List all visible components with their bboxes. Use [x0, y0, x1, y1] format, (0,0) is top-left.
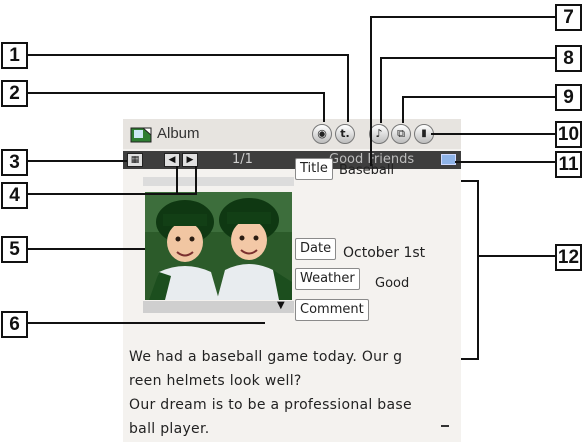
leader-line-8 [382, 57, 555, 59]
callout-9: 9 [555, 84, 582, 111]
leader-line-8-down [380, 57, 382, 123]
photo-bottom-bar: ▼ [143, 300, 294, 313]
callout-5: 5 [1, 236, 28, 263]
leader-line-1 [27, 54, 349, 56]
text-tool-icon[interactable]: t. [335, 124, 355, 144]
leader-line-1-down [347, 54, 349, 122]
comment-label[interactable]: Comment [295, 299, 369, 321]
bracket-vertical [477, 180, 479, 360]
album-icon [130, 127, 152, 143]
leader-line-10 [431, 133, 555, 135]
photo[interactable] [145, 192, 292, 300]
leader-line-7 [370, 16, 555, 18]
callout-3: 3 [1, 149, 28, 176]
memo-icon[interactable] [441, 154, 456, 165]
leader-line-11 [455, 161, 555, 163]
memo-text[interactable]: We had a baseball game today. Our g reen… [129, 345, 455, 441]
leader-line-2 [27, 92, 325, 94]
page-indicator: 1/1 [232, 152, 253, 167]
leader-line-9-down [402, 96, 404, 123]
weather-label[interactable]: Weather [295, 268, 360, 290]
leader-line-12 [479, 255, 555, 257]
memo-end-mark [441, 425, 449, 427]
callout-2: 2 [1, 80, 28, 107]
callout-1: 1 [1, 42, 28, 69]
date-value: October 1st [343, 245, 426, 261]
previous-page-icon[interactable]: ◀ [164, 153, 180, 167]
leader-line-9 [402, 96, 555, 98]
memo-line: reen helmets look well? [129, 373, 302, 389]
next-page-icon[interactable]: ▶ [182, 153, 198, 167]
memo-line: ball player. [129, 421, 210, 437]
copy-icon[interactable]: ⧉ [391, 124, 411, 144]
callout-4: 4 [1, 182, 28, 209]
callout-6: 6 [1, 311, 28, 338]
callout-11: 11 [555, 151, 582, 178]
leader-line-5 [27, 248, 145, 250]
weather-value: Good [375, 276, 410, 291]
bracket-bottom [461, 358, 479, 360]
leader-line-7-down [370, 16, 372, 166]
leader-line-4-up-a [176, 166, 178, 195]
title-label[interactable]: Title [295, 158, 333, 180]
callout-8: 8 [555, 45, 582, 72]
thumbnail-view-icon[interactable]: ▦ [127, 153, 143, 167]
title-value: Baseball [339, 163, 395, 178]
callout-12: 12 [555, 244, 582, 271]
album-toolbar: ▦ ◀ ▶ 1/1 Good Friends [123, 151, 461, 169]
leader-line-4-up-b [195, 166, 197, 195]
camera-icon[interactable]: ◉ [312, 124, 332, 144]
leader-line-6 [27, 322, 265, 324]
callout-10: 10 [555, 121, 582, 148]
memo-line: Our dream is to be a professional base [129, 397, 412, 413]
date-label[interactable]: Date [295, 238, 337, 260]
leader-line-2-down [323, 92, 325, 122]
leader-line-4 [27, 193, 197, 195]
memo-line: We had a baseball game today. Our g [129, 349, 403, 365]
album-screen: Album ◉ t. ♪ ⧉ ▮ ▦ ◀ ▶ 1/1 Good Friends [123, 119, 461, 442]
app-title: Album [157, 125, 200, 142]
title-bar: Album ◉ t. ♪ ⧉ ▮ [123, 119, 461, 149]
photo-top-bar [143, 177, 294, 186]
leader-line-3 [27, 160, 127, 162]
music-icon[interactable]: ♪ [369, 124, 389, 144]
dropdown-arrow-icon[interactable]: ▼ [277, 300, 285, 311]
callout-7: 7 [555, 4, 582, 31]
